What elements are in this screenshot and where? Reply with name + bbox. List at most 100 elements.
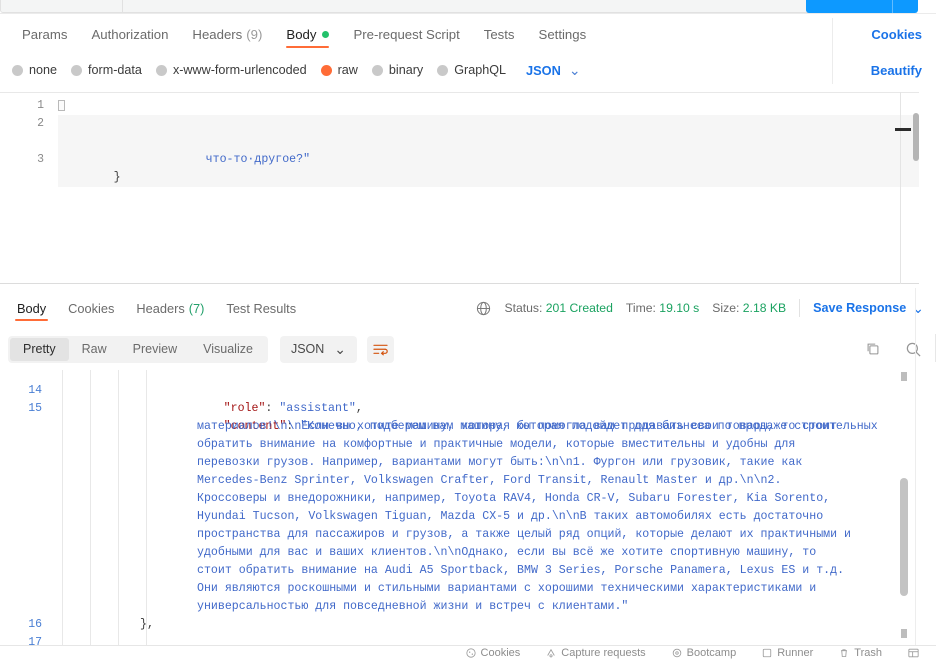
response-size: Size: 2.18 KB bbox=[712, 301, 786, 315]
view-mode-pretty-label: Pretty bbox=[23, 342, 56, 356]
response-tab-cookies[interactable]: Cookies bbox=[57, 292, 125, 324]
request-tabs: Params Authorization Headers (9) Body Pr… bbox=[0, 16, 936, 52]
body-type-raw[interactable]: raw bbox=[320, 63, 358, 77]
globe-icon bbox=[476, 301, 491, 316]
tab-headers[interactable]: Headers (9) bbox=[180, 16, 274, 52]
response-object-close: }, bbox=[140, 618, 154, 631]
response-content-line: перевозки грузов. Например, вариантами м… bbox=[197, 456, 803, 469]
size-value: 2.18 KB bbox=[742, 301, 787, 315]
tab-tests[interactable]: Tests bbox=[472, 16, 527, 52]
request-line-gutter: 1 2 3 bbox=[0, 93, 56, 283]
request-line-number: 1 bbox=[37, 99, 44, 112]
response-line-number: 17 bbox=[28, 636, 42, 645]
tab-pre-request-script[interactable]: Pre-request Script bbox=[341, 16, 471, 52]
status-divider bbox=[799, 299, 801, 317]
trash-icon bbox=[839, 648, 849, 658]
request-editor-scrollbar[interactable] bbox=[913, 113, 919, 161]
tab-settings[interactable]: Settings bbox=[527, 16, 599, 52]
tab-tests-label: Tests bbox=[483, 26, 515, 42]
view-mode-preview[interactable]: Preview bbox=[120, 338, 190, 361]
app-status-bar: Cookies Capture requests Bootcamp Runner… bbox=[0, 646, 936, 659]
body-type-form-data[interactable]: form-data bbox=[71, 63, 142, 77]
response-scrollbar-thumb[interactable] bbox=[900, 478, 908, 596]
response-scroll-marker-top bbox=[901, 372, 907, 381]
response-body-viewer[interactable]: 14 15 16 17 "role": "assistant", "conten… bbox=[0, 370, 936, 645]
view-mode-raw-label: Raw bbox=[81, 342, 107, 356]
url-input[interactable] bbox=[0, 0, 836, 13]
response-content-line: материалов!\n\nЕсли вы хотите машину, ко… bbox=[197, 420, 838, 433]
tab-authorization[interactable]: Authorization bbox=[79, 16, 180, 52]
request-editor-right-edge bbox=[900, 92, 901, 284]
url-bar-strip bbox=[0, 0, 936, 13]
response-tab-headers-label: Headers bbox=[136, 300, 185, 316]
view-mode-pretty[interactable]: Pretty bbox=[10, 337, 69, 361]
copy-icon[interactable] bbox=[865, 341, 881, 357]
indent-guide bbox=[90, 370, 91, 645]
response-line-gutter: 14 15 16 17 bbox=[0, 370, 56, 645]
send-options-caret[interactable] bbox=[892, 0, 918, 13]
body-type-urlencoded-label: x-www-form-urlencoded bbox=[172, 63, 307, 77]
response-content-line: пространства для пассажиров и грузов, а … bbox=[197, 528, 851, 541]
view-mode-visualize-label: Visualize bbox=[203, 342, 253, 356]
cookies-link[interactable]: Cookies bbox=[871, 16, 922, 52]
response-content-line: обратить внимание на комфортные и практи… bbox=[197, 438, 796, 451]
status-runner-label: Runner bbox=[777, 646, 814, 659]
indent-guide bbox=[62, 370, 63, 645]
response-tab-test-results-label: Test Results bbox=[226, 300, 297, 316]
time-label: Time: bbox=[625, 301, 656, 315]
status-capture-requests-button[interactable]: Capture requests bbox=[546, 647, 646, 659]
body-type-row: none form-data x-www-form-urlencoded raw… bbox=[0, 56, 936, 84]
request-close-brace: } bbox=[113, 171, 121, 184]
tab-pre-request-script-label: Pre-request Script bbox=[353, 26, 460, 42]
body-type-none[interactable]: none bbox=[12, 63, 57, 77]
method-url-divider bbox=[122, 0, 123, 13]
request-body-editor[interactable]: 1 2 3 { ····"promt": "У·меня·бизнес·по·п… bbox=[0, 92, 919, 284]
status-label: Status: bbox=[504, 301, 543, 315]
save-response-label: Save Response bbox=[813, 301, 907, 315]
response-line-number: 15 bbox=[28, 402, 42, 415]
response-tab-body[interactable]: Body bbox=[6, 292, 57, 324]
postman-window: Params Authorization Headers (9) Body Pr… bbox=[0, 0, 936, 659]
tab-params[interactable]: Params bbox=[10, 16, 79, 52]
response-format-select[interactable]: JSON ⌄ bbox=[279, 335, 358, 363]
response-tab-headers[interactable]: Headers (7) bbox=[125, 292, 215, 324]
response-view-mode-group: Pretty Raw Preview Visualize bbox=[8, 335, 268, 363]
beautify-button[interactable]: Beautify bbox=[871, 56, 922, 84]
status-cookies-label: Cookies bbox=[480, 646, 521, 659]
body-type-binary[interactable]: binary bbox=[371, 63, 423, 77]
send-button[interactable] bbox=[806, 0, 892, 13]
response-toolbar: Pretty Raw Preview Visualize JSON ⌄ bbox=[0, 328, 936, 370]
response-content-line: Кроссоверы и внедорожники, например, Toy… bbox=[197, 492, 831, 505]
radio-icon bbox=[71, 64, 83, 76]
status-trash-button[interactable]: Trash bbox=[839, 647, 882, 659]
status-runner-button[interactable]: Runner bbox=[762, 647, 813, 659]
body-type-x-www-form-urlencoded[interactable]: x-www-form-urlencoded bbox=[155, 63, 307, 77]
response-tab-test-results[interactable]: Test Results bbox=[215, 292, 307, 324]
wrap-text-button[interactable] bbox=[367, 335, 395, 363]
search-icon[interactable] bbox=[905, 341, 922, 358]
response-content-line: стоит обратить внимание на Audi A5 Sport… bbox=[197, 564, 845, 577]
tab-headers-count: (9) bbox=[246, 26, 263, 42]
response-status-bar: Status: 201 Created Time: 19.10 s Size: … bbox=[476, 292, 924, 324]
status-cookies-button[interactable]: Cookies bbox=[465, 646, 521, 659]
beautify-label: Beautify bbox=[870, 62, 922, 78]
request-editor-resize-handle[interactable] bbox=[895, 128, 911, 131]
status-panel-toggle-button[interactable] bbox=[908, 648, 924, 658]
tab-body[interactable]: Body bbox=[274, 16, 341, 52]
response-scroll-marker-bottom bbox=[901, 629, 907, 638]
body-type-raw-label: raw bbox=[337, 63, 358, 77]
response-content-line: Mercedes-Benz Sprinter, Volkswagen Craft… bbox=[197, 474, 782, 487]
body-modified-dot-icon bbox=[322, 30, 330, 38]
body-type-none-label: none bbox=[29, 63, 58, 77]
save-response-button[interactable]: Save Response ⌄ bbox=[813, 300, 924, 317]
view-mode-raw[interactable]: Raw bbox=[69, 338, 120, 361]
status-code: Status: 201 Created bbox=[504, 301, 612, 315]
tab-params-label: Params bbox=[22, 26, 68, 42]
cookies-link-label: Cookies bbox=[871, 26, 922, 42]
body-type-graphql[interactable]: GraphQL bbox=[437, 63, 506, 77]
request-format-select[interactable]: JSON ⌄ bbox=[526, 62, 581, 79]
view-mode-visualize[interactable]: Visualize bbox=[190, 338, 266, 361]
status-bootcamp-button[interactable]: Bootcamp bbox=[672, 647, 736, 659]
request-code: { ····"promt": "У·меня·бизнес·по·продаже… bbox=[58, 93, 919, 201]
indent-guide bbox=[146, 370, 147, 645]
